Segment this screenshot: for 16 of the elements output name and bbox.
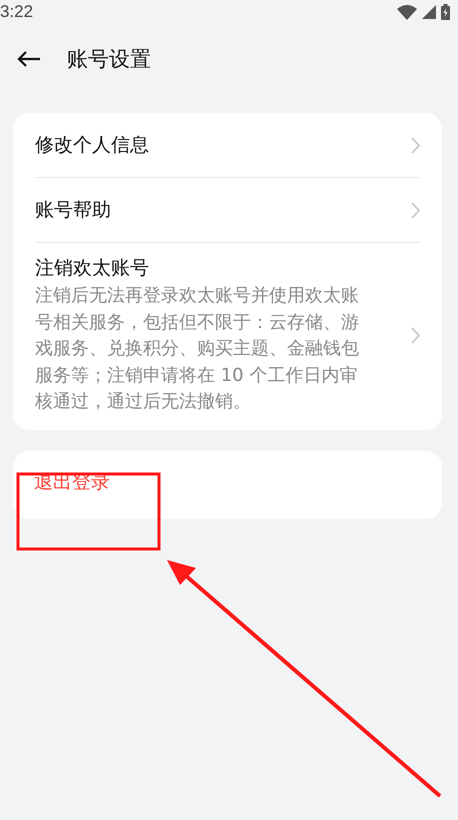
item-label: 账号帮助 xyxy=(35,198,112,223)
chevron-icon xyxy=(411,326,420,344)
settings-item[interactable]: 注销欢太账号 注销后无法再登录欢太账号并使用欢太账号相关服务，包括但不限于：云存储、游戏服务、兑换积分、购买主题、金融钱包服务等；注销申请将在 10 个工作日内审核通过，通过后无法撤销。 xyxy=(35,243,420,430)
page-title: 账号设置 xyxy=(67,46,151,73)
battery-icon xyxy=(441,4,450,20)
item-label: 修改个人信息 xyxy=(35,133,150,158)
status-time: 3:22 xyxy=(0,2,34,22)
item-description: 注销后无法再登录欢太账号并使用欢太账号相关服务，包括但不限于：云存储、游戏服务、兑换积分、购买主题、金融钱包服务等；注销申请将在 10 个工作日内审核通过，通过后无法撤销。 xyxy=(35,284,360,414)
settings-item[interactable]: 账号帮助 xyxy=(35,178,420,242)
chevron-icon xyxy=(411,202,420,218)
wifi-icon xyxy=(397,4,417,20)
settings-item[interactable]: 修改个人信息 xyxy=(35,113,420,177)
chevron-icon xyxy=(411,136,420,154)
back-icon[interactable] xyxy=(17,50,41,68)
signal-icon xyxy=(422,5,436,19)
item-label: 注销欢太账号 xyxy=(35,256,150,281)
